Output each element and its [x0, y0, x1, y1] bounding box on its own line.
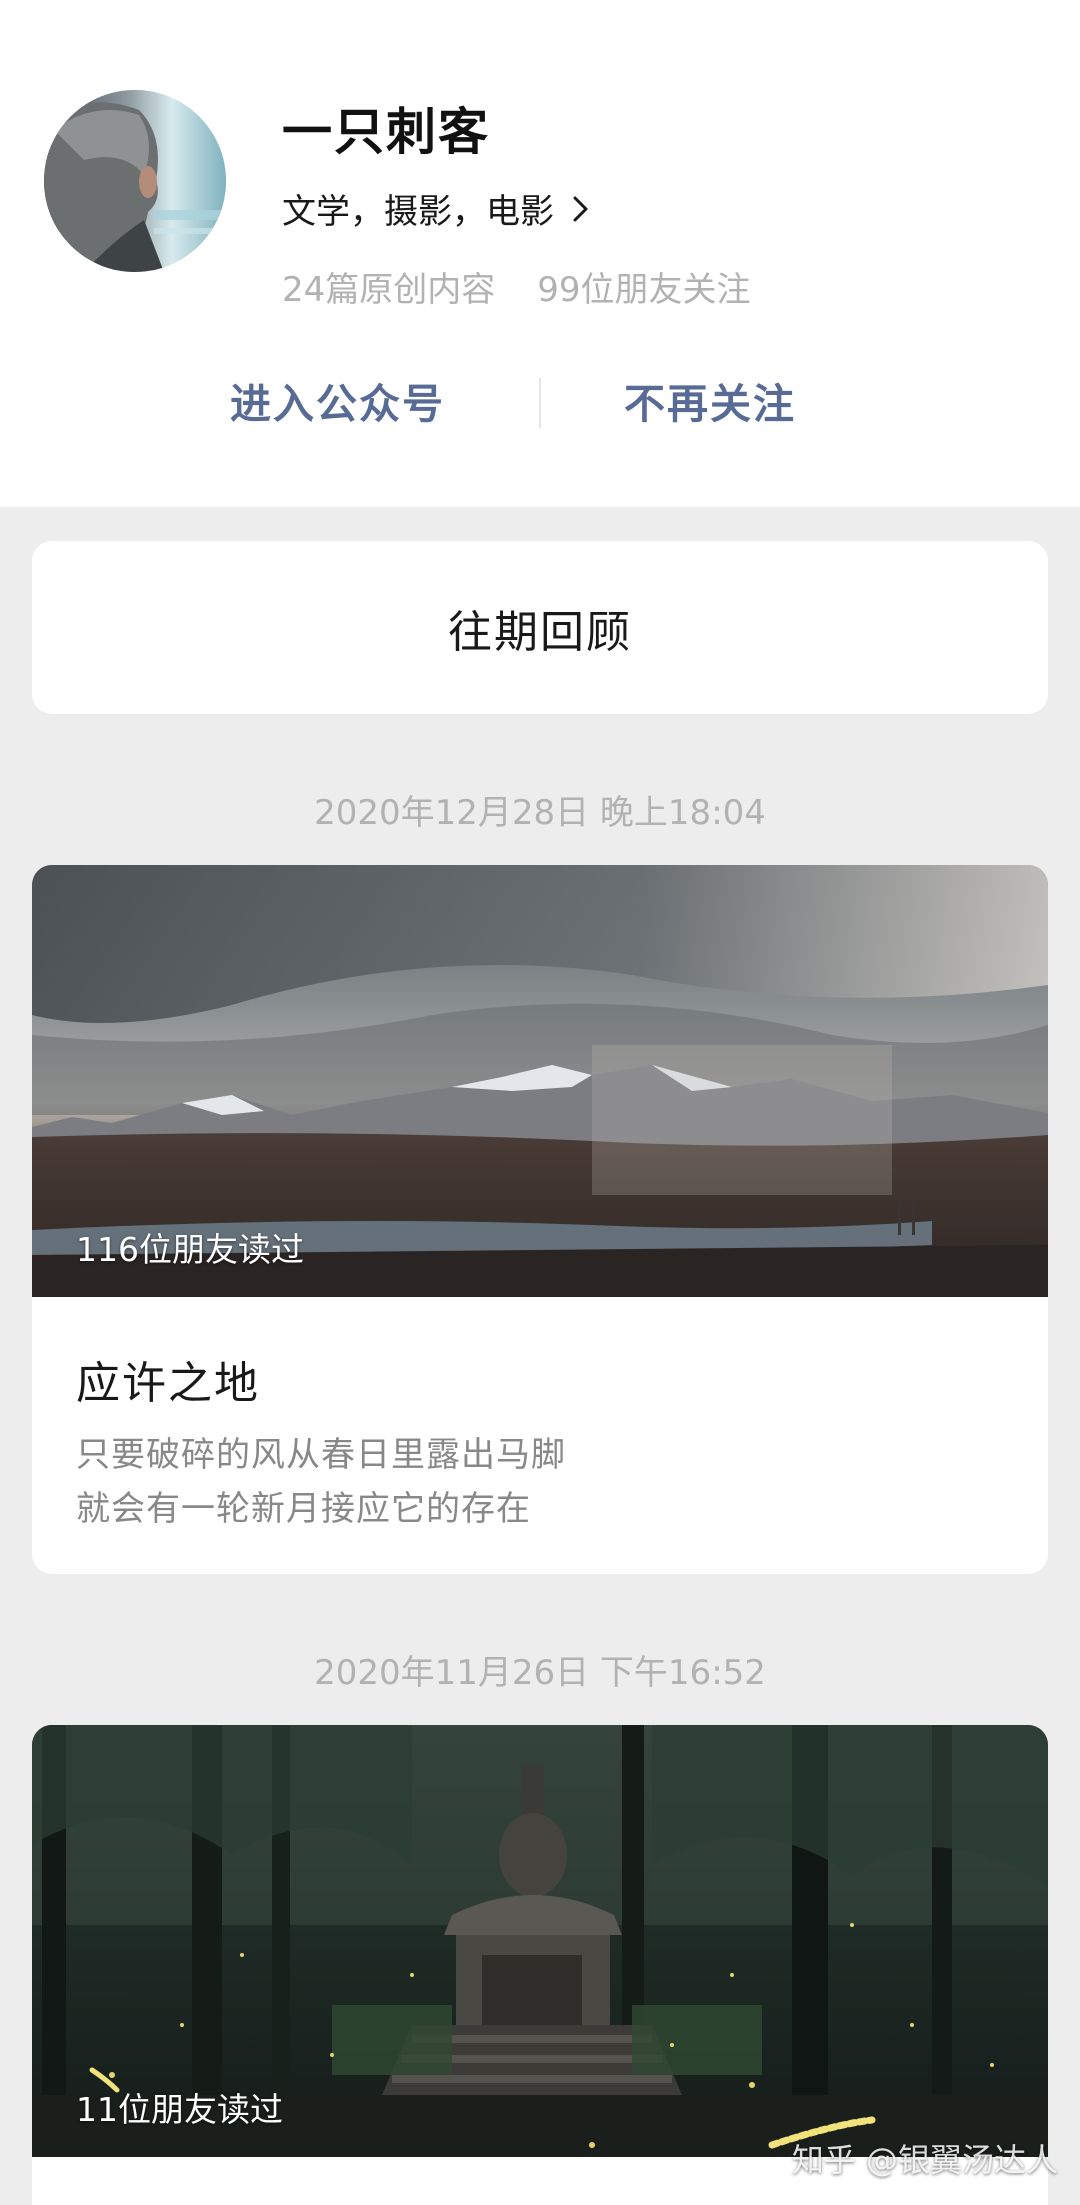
- account-stats: 24篇原创内容 99位朋友关注: [282, 262, 751, 311]
- watermark: 知乎 @银翼汤达人: [791, 2141, 1058, 2179]
- article-card[interactable]: 11位朋友读过: [32, 1725, 1048, 2205]
- chevron-right-icon: [573, 196, 588, 221]
- account-name: 一只刺客: [282, 103, 490, 161]
- account-profile-page: 一只刺客 文学，摄影，电影 24篇原创内容 99位朋友关注 进入公众号 不再关注 …: [0, 0, 1080, 2205]
- article-title: 应许之地: [76, 1358, 260, 1409]
- article-description: 只要破碎的风从春日里露出马脚 就会有一轮新月接应它的存在: [76, 1428, 566, 1536]
- article-date: 2020年11月26日 下午16:52: [314, 1653, 766, 1693]
- avatar-image: [44, 90, 226, 272]
- actions-divider: [539, 378, 541, 428]
- article-card[interactable]: 116位朋友读过 应许之地 只要破碎的风从春日里露出马脚 就会有一轮新月接应它的…: [32, 865, 1048, 1574]
- account-actions: 进入公众号 不再关注: [0, 370, 1080, 438]
- account-tags-label: 文学，摄影，电影: [282, 192, 554, 232]
- enter-account-button[interactable]: 进入公众号: [230, 370, 445, 430]
- read-count: 11位朋友读过: [76, 2090, 283, 2129]
- article-cover-image: 11位朋友读过: [32, 1725, 1048, 2157]
- account-tags[interactable]: 文学，摄影，电影: [282, 184, 590, 233]
- past-review-button[interactable]: 往期回顾: [32, 541, 1048, 714]
- article-description-line: 只要破碎的风从春日里露出马脚: [76, 1435, 566, 1475]
- profile-header: 一只刺客 文学，摄影，电影 24篇原创内容 99位朋友关注 进入公众号 不再关注: [0, 0, 1080, 507]
- article-cover-image: 116位朋友读过: [32, 865, 1048, 1297]
- original-content-count: 24篇原创内容: [282, 270, 496, 310]
- read-count: 116位朋友读过: [76, 1230, 304, 1269]
- article-description-line: 就会有一轮新月接应它的存在: [76, 1489, 531, 1529]
- unfollow-button[interactable]: 不再关注: [624, 370, 796, 430]
- past-review-label: 往期回顾: [448, 606, 632, 658]
- article-date: 2020年12月28日 晚上18:04: [314, 793, 766, 833]
- friends-following-count: 99位朋友关注: [537, 270, 751, 310]
- avatar[interactable]: [44, 90, 226, 272]
